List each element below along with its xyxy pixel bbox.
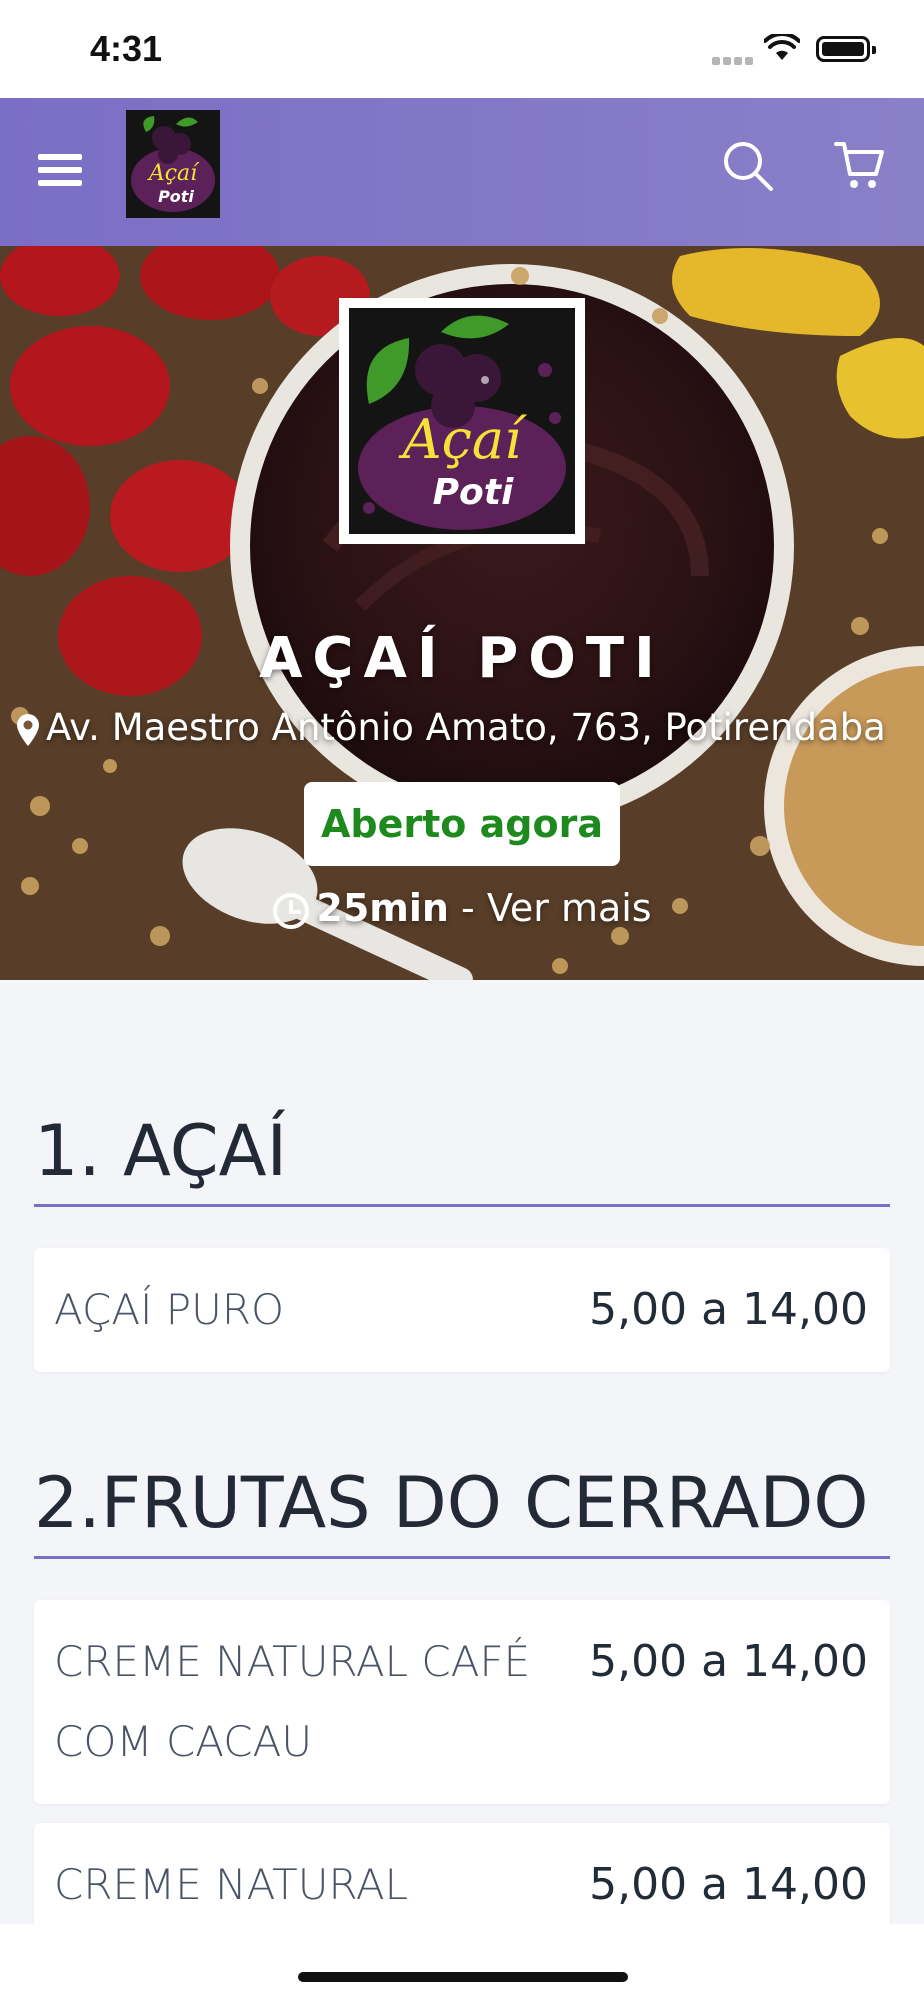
svg-text:Poti: Poti	[158, 187, 194, 206]
svg-text:Açaí: Açaí	[147, 161, 200, 186]
home-indicator[interactable]	[298, 1972, 628, 1982]
menu-item-name: AÇAÍ PURO	[54, 1285, 285, 1334]
status-bar: 4:31	[0, 0, 924, 98]
menu-item-name: CREME NATURAL CAFÉ COM CACAU	[54, 1637, 531, 1766]
store-logo-large: Açaí Poti	[339, 298, 585, 544]
store-address-text: Av. Maestro Antônio Amato, 763, Potirend…	[46, 706, 886, 749]
home-indicator-area	[0, 1924, 924, 2000]
menu-item[interactable]: AÇAÍ PURO 5,00 a 14,00	[34, 1248, 890, 1372]
menu-item-name: CREME NATURAL	[54, 1860, 409, 1909]
battery-icon	[816, 36, 876, 62]
cellular-signal-icon	[712, 52, 756, 65]
menu-item-price: 5,00 a 14,00	[589, 1636, 868, 1687]
see-more-link[interactable]: - Ver mais	[461, 886, 652, 930]
hamburger-icon[interactable]	[38, 154, 82, 190]
svg-text:Açaí: Açaí	[398, 408, 528, 471]
clock-icon	[273, 892, 310, 929]
acai-logo-icon: Açaí Poti	[349, 308, 575, 534]
open-status-badge: Aberto agora	[304, 782, 620, 866]
category-title: 1. AÇAÍ	[34, 1110, 890, 1207]
delivery-time-link[interactable]: 25min - Ver mais	[0, 886, 924, 930]
store-hero-banner: Açaí Poti AÇAÍ POTI Av. Maestro Antônio …	[0, 246, 924, 980]
acai-logo-icon: Açaí Poti	[126, 110, 220, 218]
menu-item-price: 5,00 a 14,00	[589, 1859, 868, 1910]
wifi-icon	[764, 34, 800, 60]
delivery-time: 25min	[316, 886, 449, 930]
search-icon[interactable]	[722, 140, 774, 192]
menu-item-price: 5,00 a 14,00	[589, 1284, 868, 1335]
top-navbar: Açaí Poti	[0, 98, 924, 246]
status-time: 4:31	[90, 28, 163, 69]
category-title: 2.FRUTAS DO CERRADO	[34, 1462, 890, 1559]
store-address: Av. Maestro Antônio Amato, 763, Potirend…	[16, 706, 916, 749]
store-logo-small[interactable]: Açaí Poti	[126, 110, 220, 218]
location-pin-icon	[17, 713, 39, 746]
menu-item[interactable]: CREME NATURAL CAFÉ COM CACAU 5,00 a 14,0…	[34, 1600, 890, 1804]
store-name: AÇAÍ POTI	[259, 626, 665, 691]
svg-text:Poti: Poti	[433, 472, 514, 513]
cart-icon[interactable]	[834, 140, 884, 192]
